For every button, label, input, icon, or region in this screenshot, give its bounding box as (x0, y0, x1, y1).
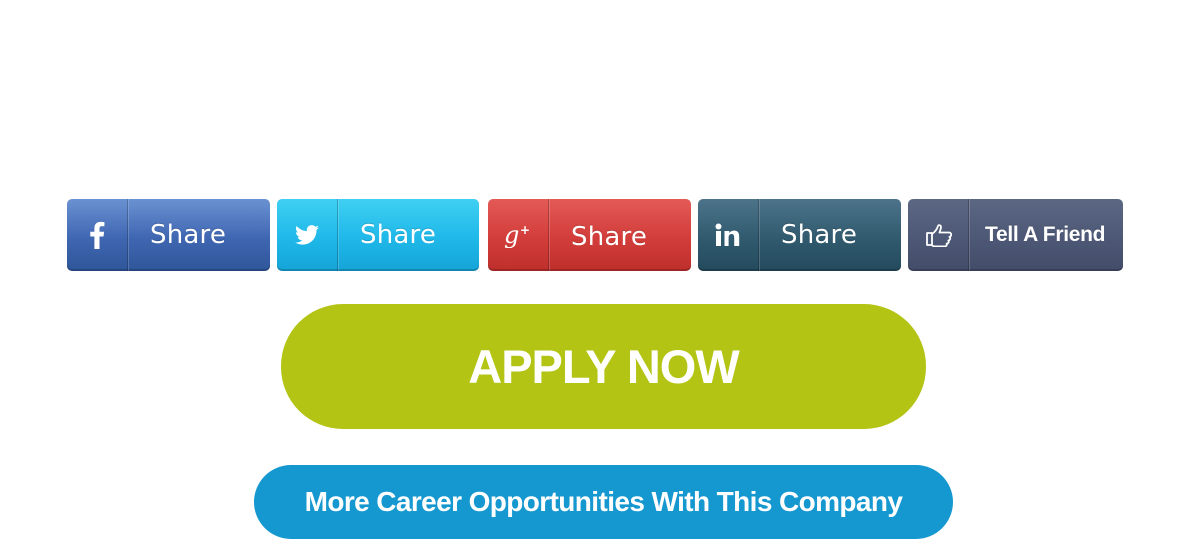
facebook-icon (67, 199, 128, 271)
linkedin-icon (698, 199, 759, 271)
google-plus-icon: g + (488, 199, 549, 271)
social-share-bar: Share Share g + Share Share Tell A Frien… (67, 199, 1123, 272)
apply-now-label: APPLY NOW (468, 340, 739, 393)
svg-text:+: + (520, 223, 530, 237)
google-plus-share-button[interactable]: g + Share (488, 199, 691, 271)
tell-a-friend-button[interactable]: Tell A Friend (908, 199, 1123, 271)
apply-now-button[interactable]: APPLY NOW (281, 304, 926, 429)
facebook-share-label: Share (150, 220, 227, 250)
more-career-opportunities-label: More Career Opportunities With This Comp… (304, 486, 903, 517)
svg-text:g: g (504, 222, 519, 248)
linkedin-share-label: Share (781, 220, 858, 250)
tell-a-friend-label: Tell A Friend (985, 223, 1106, 246)
linkedin-share-button[interactable]: Share (698, 199, 901, 271)
more-career-opportunities-button[interactable]: More Career Opportunities With This Comp… (254, 465, 953, 539)
thumbs-up-icon (908, 199, 969, 271)
facebook-share-button[interactable]: Share (67, 199, 270, 271)
twitter-icon (277, 199, 338, 271)
twitter-share-label: Share (360, 220, 437, 250)
google-plus-share-label: Share (571, 222, 648, 252)
twitter-share-button[interactable]: Share (277, 199, 479, 271)
